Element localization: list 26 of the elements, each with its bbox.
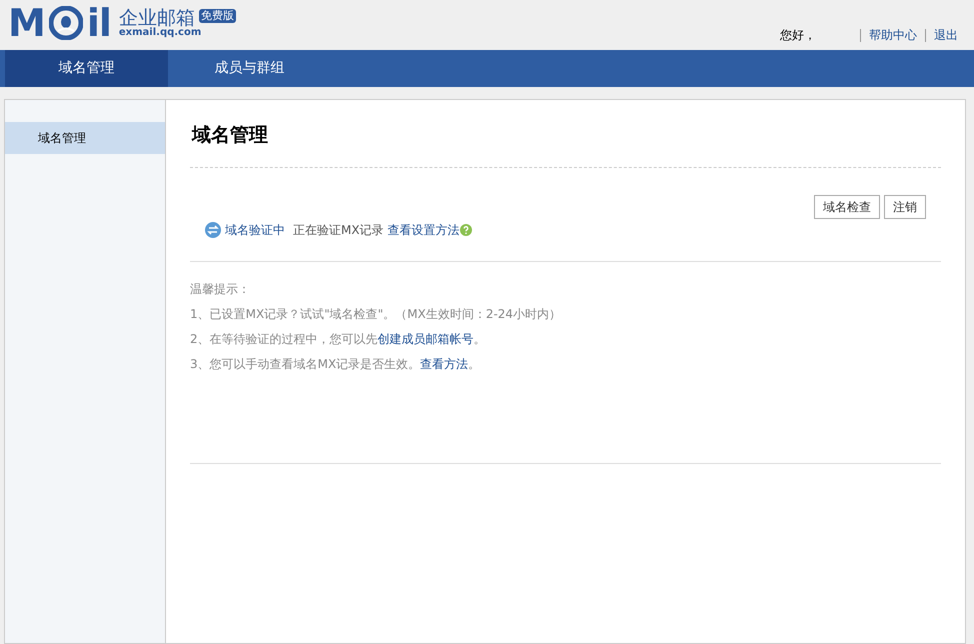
header-link[interactable]: 帮助中心 [860, 28, 925, 42]
action-button[interactable]: 注销 [884, 194, 926, 219]
edition-badge: 免费版 [198, 8, 236, 22]
setup-link[interactable]: 查看设置方法 [388, 220, 460, 239]
page-title: 域名管理 [192, 124, 269, 147]
tip-text: 3、您可以手动查看域名MX记录是否生效。查看方法。 [190, 356, 482, 373]
nav-tab[interactable]: 成员与群组 [168, 50, 331, 87]
logo-icon [48, 6, 83, 40]
sidebar-item[interactable]: 域名管理 [5, 122, 165, 154]
tip-link[interactable]: 查看方法 [420, 356, 468, 371]
greeting-text: 您好， [780, 27, 816, 44]
help-icon [460, 224, 472, 236]
header-link[interactable]: 退出 [925, 28, 966, 42]
tips-heading: 温馨提示： [190, 280, 251, 298]
tip-text: 2、在等待验证的过程中，您可以先创建成员邮箱帐号。 [190, 330, 487, 348]
domain-text: exmail.qq.com [118, 28, 202, 38]
logo-text: M [8, 4, 45, 42]
action-button[interactable]: 域名检查 [814, 194, 880, 219]
sync-icon [205, 222, 221, 238]
product-name: 企业邮箱 [118, 8, 195, 28]
tip-text: 1、已设置MX记录？试试"域名检查"。（MX生效时间：2-24小时内） [190, 306, 562, 323]
nav-tab[interactable]: 域名管理 [5, 50, 168, 87]
tip-link[interactable]: 创建成员邮箱帐号 [378, 332, 474, 346]
status-link[interactable]: 域名验证中 [225, 220, 285, 239]
status-message: 正在验证MX记录 [293, 222, 384, 239]
logo-text: il [86, 4, 111, 42]
